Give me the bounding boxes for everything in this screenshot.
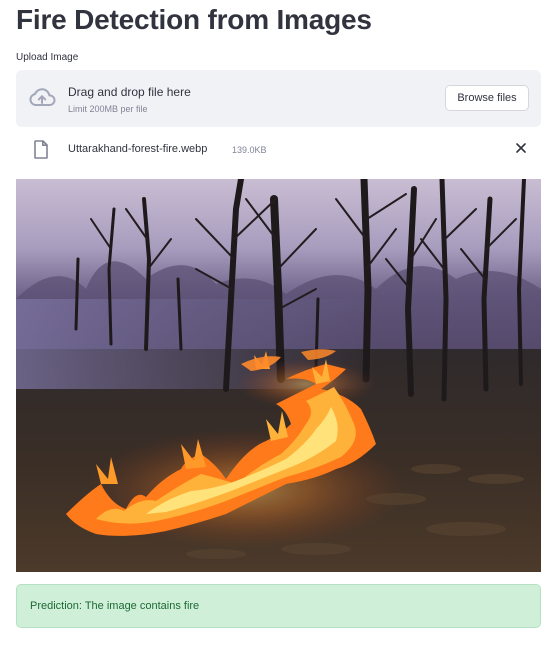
upload-label: Upload Image — [16, 52, 79, 63]
app-page: Fire Detection from Images Upload Image … — [0, 0, 558, 647]
browse-files-button[interactable]: Browse files — [445, 85, 529, 111]
uploaded-image — [16, 179, 541, 572]
forest-fire-image — [16, 179, 541, 572]
cloud-upload-icon — [29, 88, 56, 106]
file-dropzone[interactable]: Drag and drop file here Limit 200MB per … — [16, 70, 541, 127]
page-title: Fire Detection from Images — [16, 4, 372, 35]
file-icon — [34, 140, 48, 159]
file-name: Uttarakhand-forest-fire.webp — [68, 143, 208, 155]
dropzone-title: Drag and drop file here — [68, 85, 191, 99]
dropzone-limit: Limit 200MB per file — [68, 104, 148, 114]
prediction-alert: Prediction: The image contains fire — [16, 584, 541, 628]
file-size: 139.0KB — [232, 145, 267, 155]
uploaded-file-row: Uttarakhand-forest-fire.webp 139.0KB — [16, 136, 541, 162]
close-icon[interactable] — [513, 140, 529, 156]
